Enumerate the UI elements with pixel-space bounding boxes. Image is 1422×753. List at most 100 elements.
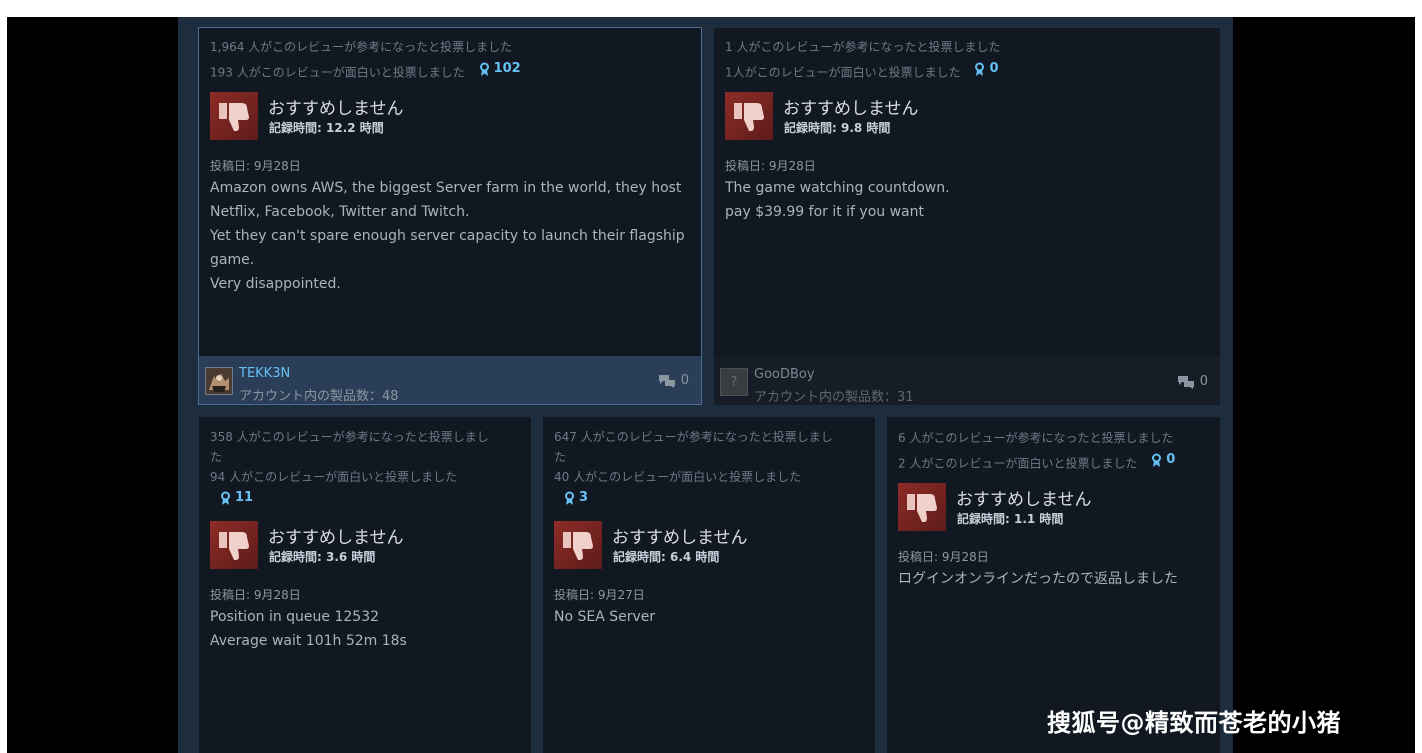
award-count: 3	[579, 490, 589, 505]
helpful-count: 1 人がこのレビューが参考になったと投票しました	[725, 40, 1001, 54]
helpful-count-line: た	[554, 450, 567, 464]
helpful-count-line: 647 人がこのレビューが参考になったと投票しまし	[554, 430, 833, 444]
award-badge[interactable]: 0	[974, 58, 999, 80]
comment-count-value: 0	[680, 373, 689, 388]
award-ribbon-icon	[479, 62, 489, 76]
review-line: The game watching countdown.	[725, 179, 950, 196]
review-body: 1,964 人がこのレビューが参考になったと投票しました 193 人がこのレビュ…	[210, 28, 691, 296]
review-text: No SEA Server	[554, 605, 865, 629]
comment-count[interactable]: 0	[658, 373, 689, 388]
helpful-count: 647 人がこのレビューが参考になったと投票しまし た 40 人がこのレビューが…	[554, 427, 865, 487]
award-badge[interactable]: 102	[479, 58, 521, 80]
review-body: 647 人がこのレビューが参考になったと投票しまし た 40 人がこのレビューが…	[554, 417, 865, 629]
thumbs-down-icon	[210, 91, 258, 140]
review-line: Amazon owns AWS, the biggest Server farm…	[210, 179, 682, 196]
verdict-label: おすすめしません	[956, 489, 1092, 510]
review-line: Yet they can't spare enough server capac…	[210, 227, 685, 244]
award-ribbon-icon	[975, 62, 985, 76]
verdict-label: おすすめしません	[268, 527, 404, 548]
review-line: Average wait 101h 52m 18s	[210, 632, 407, 649]
award-count: 102	[493, 61, 521, 76]
funny-count-row: 193 人がこのレビューが面白いと投票しました 102	[210, 58, 691, 84]
award-badge[interactable]: 0	[1151, 449, 1175, 471]
funny-count: 94 人がこのレビューが面白いと投票しました	[210, 470, 458, 484]
playtime: 記録時間: 9.8 時間	[784, 120, 891, 135]
verdict-block: おすすめしません 記録時間: 1.1 時間	[898, 482, 1210, 531]
author-name[interactable]: TEKK3N	[239, 366, 290, 381]
review-line: ログインオンラインだったので返品しました	[898, 570, 1178, 587]
award-ribbon-icon	[221, 491, 230, 505]
posted-date: 投稿日: 9月27日	[554, 587, 645, 602]
award-count: 0	[1166, 452, 1176, 467]
funny-count: 1人がこのレビューが面白いと投票しました	[725, 65, 961, 80]
verdict-block: おすすめしません 記録時間: 6.4 時間	[554, 520, 865, 569]
posted-date: 投稿日: 9月28日	[725, 158, 816, 173]
posted-date: 投稿日: 9月28日	[210, 158, 301, 173]
author-product-count: アカウント内の製品数：48	[239, 389, 399, 404]
playtime: 記録時間: 3.6 時間	[269, 549, 376, 564]
review-text: Amazon owns AWS, the biggest Server farm…	[210, 176, 691, 296]
funny-count-row: 1人がこのレビューが面白いと投票しました 0	[725, 58, 1210, 84]
verdict-block: おすすめしません 記録時間: 3.6 時間	[210, 520, 521, 569]
review-body: 358 人がこのレビューが参考になったと投票しまし た 94 人がこのレビューが…	[210, 417, 521, 653]
review-card[interactable]: 358 人がこのレビューが参考になったと投票しまし た 94 人がこのレビューが…	[199, 417, 531, 753]
award-ribbon-icon	[565, 491, 574, 505]
verdict-label: おすすめしません	[268, 98, 404, 119]
comment-bubble-icon	[1177, 375, 1194, 389]
author-bar: TEKK3N アカウント内の製品数：48 0	[199, 356, 701, 404]
playtime: 記録時間: 6.4 時間	[613, 549, 720, 564]
review-card[interactable]: 1,964 人がこのレビューが参考になったと投票しました 193 人がこのレビュ…	[198, 27, 702, 405]
thumbs-down-icon	[210, 520, 258, 569]
award-badge[interactable]: 11	[220, 487, 253, 509]
verdict-label: おすすめしません	[612, 527, 748, 548]
helpful-count-line: 358 人がこのレビューが参考になったと投票しまし	[210, 430, 489, 444]
verdict-block: おすすめしません 記録時間: 12.2 時間	[210, 91, 691, 140]
verdict-block: おすすめしません 記録時間: 9.8 時間	[725, 91, 1210, 140]
helpful-count: 358 人がこのレビューが参考になったと投票しまし た 94 人がこのレビューが…	[210, 427, 521, 487]
verdict-label: おすすめしません	[783, 98, 919, 119]
award-ribbon-icon	[1152, 453, 1162, 467]
helpful-count: 6 人がこのレビューが参考になったと投票しました	[898, 431, 1174, 445]
award-badge[interactable]: 3	[564, 487, 588, 509]
avatar-placeholder: ?	[730, 374, 738, 390]
helpful-count: 1,964 人がこのレビューが参考になったと投票しました	[210, 40, 513, 54]
thumbs-down-icon	[554, 520, 602, 569]
comment-count-value: 0	[1199, 374, 1208, 389]
avatar[interactable]: ?	[720, 368, 748, 396]
award-count: 11	[235, 490, 254, 505]
review-line: Very disappointed.	[210, 275, 341, 292]
funny-count: 2 人がこのレビューが面白いと投票しました	[898, 456, 1138, 471]
funny-count-row: 2 人がこのレビューが面白いと投票しました 0	[898, 449, 1210, 475]
watermark: 搜狐号@精致而苍老的小猪	[1047, 709, 1341, 737]
posted-date: 投稿日: 9月28日	[210, 587, 301, 602]
review-card[interactable]: 647 人がこのレビューが参考になったと投票しまし た 40 人がこのレビューが…	[543, 417, 875, 753]
review-text: ログインオンラインだったので返品しました	[898, 567, 1210, 591]
award-count: 0	[989, 61, 999, 76]
review-line: Position in queue 12532	[210, 608, 380, 625]
author-product-count: アカウント内の製品数：31	[754, 390, 914, 405]
thumbs-down-icon	[898, 482, 946, 531]
award-row: 11	[210, 487, 521, 513]
author-bar: ? GooDBoy アカウント内の製品数：31 0	[714, 357, 1220, 405]
thumbs-down-icon	[725, 91, 773, 140]
playtime: 記録時間: 12.2 時間	[269, 120, 384, 135]
review-line: pay $39.99 for it if you want	[725, 203, 925, 220]
comment-count[interactable]: 0	[1177, 374, 1208, 389]
helpful-count-line: た	[210, 450, 223, 464]
funny-count: 193 人がこのレビューが面白いと投票しました	[210, 65, 465, 80]
author-name[interactable]: GooDBoy	[754, 367, 815, 382]
review-body: 6 人がこのレビューが参考になったと投票しました 2 人がこのレビューが面白いと…	[898, 417, 1210, 591]
funny-count: 40 人がこのレビューが面白いと投票しました	[554, 470, 802, 484]
review-line: No SEA Server	[554, 608, 656, 625]
review-text: The game watching countdown. pay $39.99 …	[725, 176, 1210, 224]
video-frame: 1,964 人がこのレビューが参考になったと投票しました 193 人がこのレビュ…	[7, 17, 1415, 753]
review-card[interactable]: 1 人がこのレビューが参考になったと投票しました 1人がこのレビューが面白いと投…	[714, 28, 1220, 405]
review-line: game.	[210, 251, 255, 268]
comment-bubble-icon	[658, 374, 675, 388]
posted-date: 投稿日: 9月28日	[898, 549, 989, 564]
award-row: 3	[554, 487, 865, 513]
review-grid: 1,964 人がこのレビューが参考になったと投票しました 193 人がこのレビュ…	[178, 17, 1233, 753]
playtime: 記録時間: 1.1 時間	[957, 511, 1064, 526]
avatar[interactable]	[205, 367, 233, 395]
review-line: Netflix, Facebook, Twitter and Twitch.	[210, 203, 470, 220]
